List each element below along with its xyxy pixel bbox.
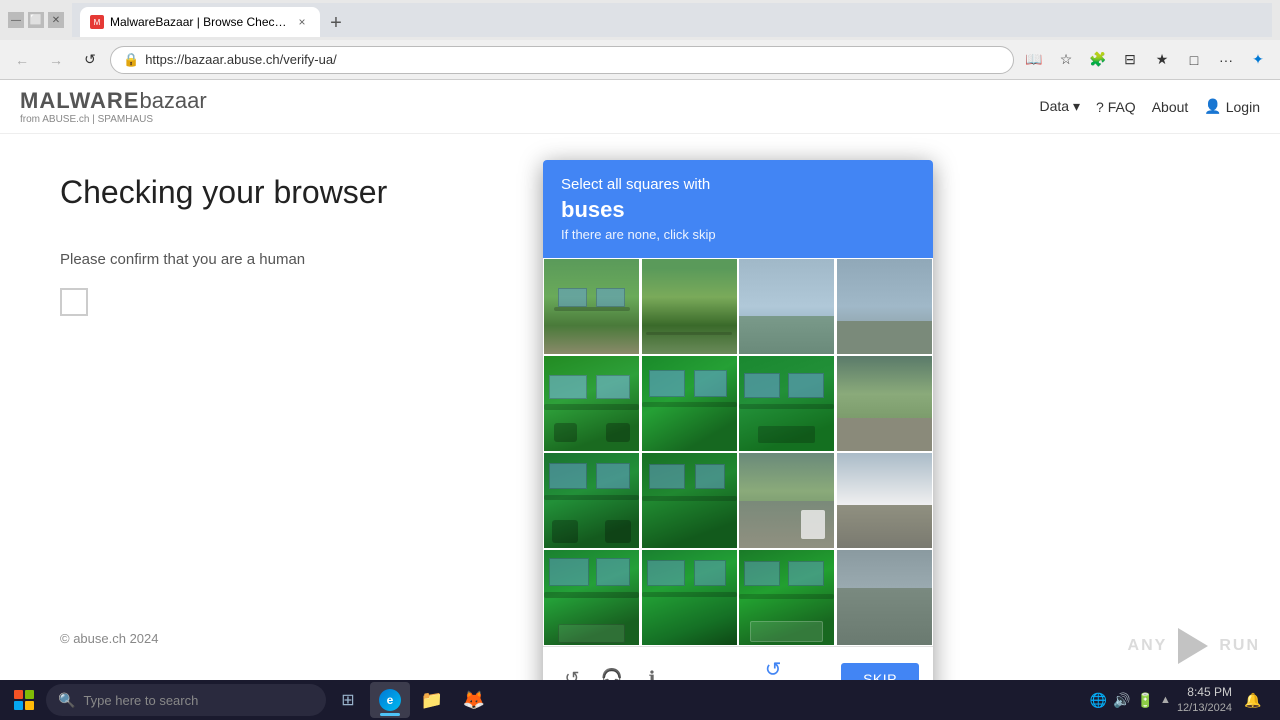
minimize-button[interactable]: — bbox=[8, 12, 24, 28]
favorites-bar-button[interactable]: ★ bbox=[1148, 46, 1176, 74]
edge-icon: e bbox=[379, 689, 401, 711]
tab-close-button[interactable]: × bbox=[294, 14, 310, 30]
active-tab[interactable]: M MalwareBazaar | Browse Checkin... × bbox=[80, 7, 320, 37]
captcha-header-text: Select all squares with bbox=[561, 176, 915, 193]
date-text: 12/13/2024 bbox=[1177, 701, 1232, 715]
nav-data[interactable]: Data ▾ bbox=[1040, 98, 1081, 115]
start-button[interactable] bbox=[4, 682, 44, 718]
url-bar[interactable]: 🔒 https://bazaar.abuse.ch/verify-ua/ bbox=[110, 46, 1014, 74]
title-bar-controls: — ⬜ ✕ bbox=[8, 12, 64, 28]
system-tray: 🌐 🔊 🔋 ▲ 8:45 PM 12/13/2024 🔔 bbox=[1090, 685, 1276, 715]
captcha-cell-2-0[interactable] bbox=[543, 452, 640, 549]
nav-faq[interactable]: ? FAQ bbox=[1096, 99, 1136, 115]
tab-title: MalwareBazaar | Browse Checkin... bbox=[110, 15, 288, 29]
tab-favicon: M bbox=[90, 15, 104, 29]
captcha-cell-2-1[interactable] bbox=[641, 452, 738, 549]
copyright: © abuse.ch 2024 bbox=[60, 631, 158, 646]
task-view-button[interactable]: ⊞ bbox=[328, 682, 368, 718]
collections-button[interactable]: □ bbox=[1180, 46, 1208, 74]
up-arrow-icon[interactable]: ▲ bbox=[1160, 694, 1171, 706]
battery-icon[interactable]: 🔋 bbox=[1137, 692, 1154, 709]
refresh-button[interactable]: ↺ bbox=[76, 46, 104, 74]
nav-login[interactable]: 👤 Login bbox=[1204, 98, 1260, 115]
firefox-taskbar[interactable]: 🦊 bbox=[454, 682, 494, 718]
captcha-cell-3-1[interactable] bbox=[641, 549, 738, 646]
captcha-cell-3-2[interactable] bbox=[738, 549, 835, 646]
tab-bar: M MalwareBazaar | Browse Checkin... × + bbox=[72, 3, 1272, 37]
site-nav: MALWAREbazaar from ABUSE.ch | SPAMHAUS D… bbox=[0, 80, 1280, 134]
system-icons: 🌐 🔊 🔋 ▲ bbox=[1090, 692, 1171, 709]
page-content: MALWAREbazaar from ABUSE.ch | SPAMHAUS D… bbox=[0, 80, 1280, 686]
file-explorer-icon: 📁 bbox=[421, 689, 443, 711]
favorites-button[interactable]: ☆ bbox=[1052, 46, 1080, 74]
captcha-cell-1-2[interactable] bbox=[738, 355, 835, 452]
captcha-cell-0-3[interactable] bbox=[836, 258, 933, 355]
captcha-cell-1-0[interactable] bbox=[543, 355, 640, 452]
forward-button[interactable]: → bbox=[42, 46, 70, 74]
logo-sub: from ABUSE.ch | SPAMHAUS bbox=[20, 114, 207, 125]
logo-main: MALWAREbazaar bbox=[20, 88, 207, 114]
firefox-icon: 🦊 bbox=[463, 689, 485, 711]
search-icon: 🔍 bbox=[58, 692, 75, 709]
captcha-cell-0-0[interactable] bbox=[543, 258, 640, 355]
nav-links: Data ▾ ? FAQ About 👤 Login bbox=[1040, 98, 1260, 115]
task-view-icon: ⊞ bbox=[337, 689, 359, 711]
time-display[interactable]: 8:45 PM 12/13/2024 bbox=[1177, 685, 1232, 715]
file-explorer-taskbar[interactable]: 📁 bbox=[412, 682, 452, 718]
anyrun-run-text: RUN bbox=[1219, 637, 1260, 655]
captcha-cell-1-1[interactable] bbox=[641, 355, 738, 452]
captcha-modal: Select all squares with buses If there a… bbox=[543, 160, 933, 686]
address-bar: ← → ↺ 🔒 https://bazaar.abuse.ch/verify-u… bbox=[0, 40, 1280, 80]
nav-about[interactable]: About bbox=[1152, 99, 1189, 115]
edge-copilot-button[interactable]: ✦ bbox=[1244, 46, 1272, 74]
notification-button[interactable]: 🔔 bbox=[1238, 685, 1268, 715]
notification-icon: 🔔 bbox=[1244, 692, 1261, 709]
toolbar-icons: 📖 ☆ 🧩 ⊟ ★ □ ··· ✦ bbox=[1020, 46, 1272, 74]
captcha-subject: buses bbox=[561, 197, 915, 223]
anyrun-watermark: ANY RUN bbox=[1128, 626, 1260, 666]
anyrun-play-icon bbox=[1173, 626, 1213, 666]
split-screen-button[interactable]: ⊟ bbox=[1116, 46, 1144, 74]
captcha-cell-3-0[interactable] bbox=[543, 549, 640, 646]
recaptcha-icon: ↺ bbox=[765, 657, 782, 682]
restore-button[interactable]: ⬜ bbox=[28, 12, 44, 28]
captcha-cell-0-1[interactable] bbox=[641, 258, 738, 355]
network-icon[interactable]: 🌐 bbox=[1090, 692, 1107, 709]
anyrun-text: ANY bbox=[1128, 637, 1168, 655]
new-tab-button[interactable]: + bbox=[322, 9, 350, 37]
captcha-cell-3-3[interactable] bbox=[836, 549, 933, 646]
captcha-grid bbox=[543, 258, 933, 646]
captcha-cell-2-3[interactable] bbox=[836, 452, 933, 549]
search-placeholder-text: Type here to search bbox=[83, 693, 198, 708]
captcha-sub-text: If there are none, click skip bbox=[561, 227, 915, 242]
captcha-cell-2-2[interactable] bbox=[738, 452, 835, 549]
captcha-checkbox[interactable] bbox=[60, 288, 88, 316]
back-button[interactable]: ← bbox=[8, 46, 36, 74]
extensions-button[interactable]: 🧩 bbox=[1084, 46, 1112, 74]
time-text: 8:45 PM bbox=[1187, 685, 1232, 701]
read-aloud-button[interactable]: 📖 bbox=[1020, 46, 1048, 74]
captcha-header: Select all squares with buses If there a… bbox=[543, 160, 933, 258]
site-logo: MALWAREbazaar from ABUSE.ch | SPAMHAUS bbox=[20, 88, 207, 125]
url-text: https://bazaar.abuse.ch/verify-ua/ bbox=[145, 52, 337, 67]
taskbar-search[interactable]: 🔍 Type here to search bbox=[46, 684, 326, 716]
captcha-cell-0-2[interactable] bbox=[738, 258, 835, 355]
windows-logo bbox=[14, 690, 34, 710]
edge-browser-taskbar[interactable]: e bbox=[370, 682, 410, 718]
browser-menu-button[interactable]: ··· bbox=[1212, 46, 1240, 74]
captcha-cell-1-3[interactable] bbox=[836, 355, 933, 452]
close-button[interactable]: ✕ bbox=[48, 12, 64, 28]
user-icon: 👤 bbox=[1204, 98, 1221, 115]
taskbar: 🔍 Type here to search ⊞ e 📁 🦊 🌐 🔊 🔋 ▲ 8:… bbox=[0, 680, 1280, 720]
browser-chrome: — ⬜ ✕ M MalwareBazaar | Browse Checkin..… bbox=[0, 0, 1280, 80]
volume-icon[interactable]: 🔊 bbox=[1113, 692, 1130, 709]
title-bar: — ⬜ ✕ M MalwareBazaar | Browse Checkin..… bbox=[0, 0, 1280, 40]
